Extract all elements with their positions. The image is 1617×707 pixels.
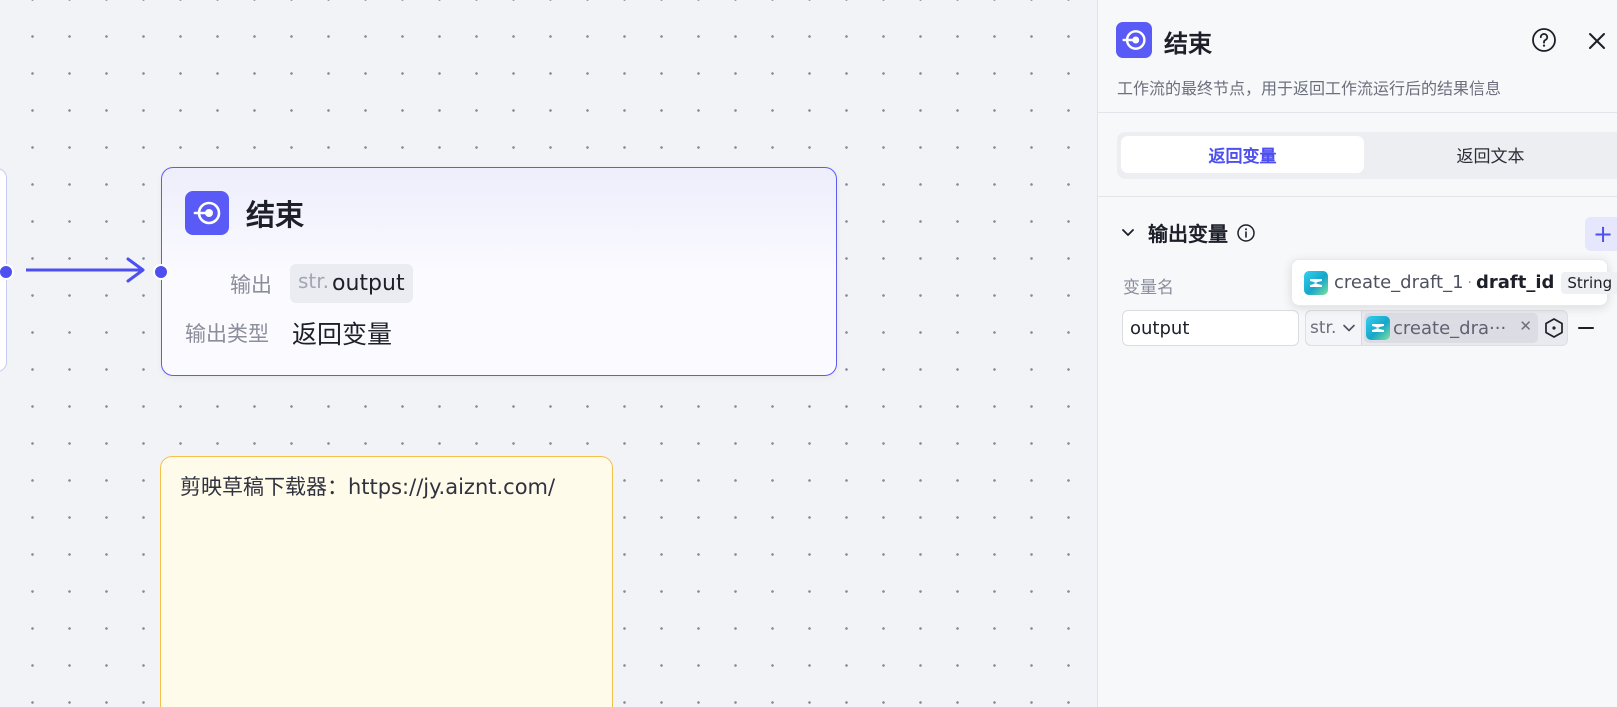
chevron-down-icon — [1343, 324, 1356, 332]
plus-icon: + — [1592, 220, 1614, 248]
panel-title: 结束 — [1164, 30, 1212, 58]
note-text: 剪映草稿下载器：https://jy.aiznt.com/ — [180, 475, 556, 499]
reference-text: create_dra··· — [1393, 317, 1507, 339]
remove-reference-icon[interactable]: ✕ — [1519, 317, 1532, 335]
workflow-canvas[interactable]: 结束 输出 str. output 输出类型 返回变量 剪映草稿下载器：http… — [0, 0, 1097, 707]
capcut-logo-icon — [1366, 316, 1390, 340]
end-node-input-port[interactable] — [153, 264, 169, 280]
sticky-note[interactable]: 剪映草稿下载器：https://jy.aiznt.com/ — [160, 456, 613, 707]
tooltip-separator: · — [1467, 274, 1472, 291]
return-mode-tabs: 返回变量 返回文本 — [1117, 132, 1617, 179]
panel-description: 工作流的最终节点，用于返回工作流运行后的结果信息 — [1117, 79, 1502, 98]
reference-tooltip: create_draft_1 · draft_id String — [1291, 259, 1617, 306]
end-node[interactable]: 结束 输出 str. output 输出类型 返回变量 — [161, 167, 837, 376]
reference-chip[interactable]: create_dra··· ✕ — [1364, 313, 1538, 343]
chevron-down-icon[interactable] — [1120, 225, 1136, 241]
variable-name-column-label: 变量名 — [1123, 278, 1174, 298]
end-node-title: 结束 — [246, 198, 305, 232]
capcut-logo-icon — [1304, 270, 1328, 295]
connection-edge[interactable] — [0, 255, 170, 285]
variable-name-input[interactable] — [1122, 310, 1299, 346]
add-variable-button[interactable]: + — [1585, 217, 1617, 251]
help-icon[interactable] — [1531, 27, 1557, 53]
tab-return-variable[interactable]: 返回变量 — [1121, 136, 1364, 173]
variable-picker-icon[interactable] — [1543, 317, 1565, 339]
output-label: 输出 — [230, 273, 272, 297]
section-title: 输出变量 — [1148, 222, 1228, 246]
node-config-panel: 结束 工作流的最终节点，用于返回工作流运行后的结果信息 返回变量 返回文本 输出… — [1097, 0, 1617, 707]
minus-icon — [1578, 327, 1594, 329]
output-type-prefix: str. — [298, 268, 330, 293]
tab-return-text[interactable]: 返回文本 — [1369, 136, 1612, 173]
variable-type-value: str. — [1310, 318, 1337, 338]
output-type-value: 返回变量 — [292, 320, 393, 349]
panel-header: 结束 工作流的最终节点，用于返回工作流运行后的结果信息 — [1098, 0, 1617, 113]
output-type-label: 输出类型 — [185, 322, 269, 346]
info-icon[interactable] — [1236, 223, 1256, 243]
output-variables-section-header[interactable]: 输出变量 — [1120, 218, 1256, 247]
tooltip-type-badge: String — [1561, 271, 1617, 294]
output-variable-name: output — [332, 271, 405, 296]
variable-reference-field[interactable]: str. create_dra··· ✕ — [1305, 310, 1568, 346]
output-variable-chip: str. output — [290, 264, 413, 303]
remove-variable-button[interactable] — [1574, 316, 1598, 340]
tooltip-node-name: create_draft_1 — [1334, 272, 1464, 293]
end-node-icon — [1116, 22, 1152, 58]
variable-type-select[interactable]: str. — [1306, 311, 1362, 345]
tooltip-field-name: draft_id — [1475, 272, 1555, 293]
divider — [1098, 196, 1617, 197]
end-node-icon — [185, 191, 229, 235]
close-icon[interactable] — [1585, 29, 1609, 53]
